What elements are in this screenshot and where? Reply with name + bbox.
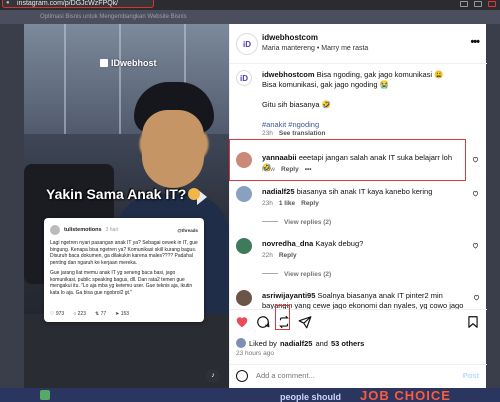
- caption-meta: 23h See translation: [262, 130, 326, 137]
- avatar[interactable]: iD: [236, 33, 258, 55]
- backdrop-thumbnail: [40, 390, 50, 400]
- person-face: [142, 110, 204, 188]
- add-comment-row: Post: [230, 364, 487, 388]
- address-bar-url: instagram.com/p/DGJcWzFPQk/: [17, 0, 119, 7]
- emoji-picker-icon[interactable]: [236, 370, 248, 382]
- comments-panel: iD idwebhostcom Maria mantereng • Marry …: [229, 24, 487, 388]
- liked-by-user[interactable]: nadialf25: [280, 339, 313, 348]
- comment-text: nadialf25 biasanya sih anak IT kaya kane…: [262, 187, 433, 196]
- avatar[interactable]: [236, 238, 252, 254]
- hashtags[interactable]: #anakit #ngoding: [262, 120, 319, 129]
- save-bookmark-icon[interactable]: [466, 315, 480, 329]
- card-likes: ♡ 973: [50, 311, 65, 317]
- comment-meta: 23h 1 like Reply: [262, 200, 319, 207]
- comment-icon[interactable]: [256, 315, 270, 329]
- card-stats: ♡ 973 ○ 223 ⇅ 77 ➤ 153: [50, 311, 129, 317]
- browser-actions: [460, 0, 496, 8]
- like-comment-heart-icon[interactable]: [472, 190, 479, 197]
- add-comment-input[interactable]: [256, 371, 436, 380]
- liked-by-others[interactable]: 53 others: [331, 339, 364, 348]
- idwebhost-logo-icon: [100, 59, 108, 67]
- media-watermark: IDwebhost: [100, 58, 157, 68]
- owner-username[interactable]: idwebhostcom: [262, 33, 318, 42]
- post-header: iD idwebhostcom Maria mantereng • Marry …: [230, 24, 487, 64]
- threads-brand: @threads: [177, 227, 198, 233]
- card-reposts: ⇅ 77: [94, 311, 107, 317]
- mute-icon[interactable]: ♪: [206, 369, 220, 383]
- media-caption: Yakin Sama Anak IT?: [46, 186, 201, 202]
- address-bar[interactable]: ● instagram.com/p/DGJcWzFPQk/: [2, 0, 154, 8]
- desk: [24, 314, 229, 388]
- profile-icon[interactable]: [488, 1, 496, 7]
- post-media[interactable]: [24, 24, 229, 388]
- emoji-icon: [188, 188, 201, 200]
- tab-icon[interactable]: [474, 1, 482, 7]
- lock-icon: ●: [6, 0, 10, 6]
- reply-button[interactable]: Reply: [279, 252, 297, 259]
- reply-button[interactable]: Reply: [301, 200, 319, 207]
- card-paragraph: Lagi ngetren nyari pasangan anak IT ya? …: [50, 240, 198, 266]
- audio-subtitle[interactable]: Maria mantereng • Marry me rasta: [262, 45, 368, 52]
- comment-clip: asriwijayanti95 Soalnya biasanya anak IT…: [230, 286, 487, 309]
- liked-by: Liked by nadialf25 and 53 others: [236, 338, 364, 348]
- comment-text: novredha_dna Kayak debug?: [262, 239, 364, 248]
- card-time: 3 hari: [105, 227, 119, 233]
- backdrop-headline: JOB CHOICE: [360, 388, 451, 402]
- extension-icon[interactable]: [460, 1, 468, 7]
- card-comments: ○ 223: [73, 311, 86, 317]
- view-replies-button[interactable]: View replies (2): [262, 271, 331, 278]
- repost-highlight-box: [275, 305, 290, 330]
- caption-text: idwebhostcom Bisa ngoding, gak jago komu…: [262, 70, 444, 129]
- like-heart-icon[interactable]: [235, 315, 249, 329]
- like-comment-heart-icon[interactable]: [472, 156, 479, 163]
- backdrop-header: Optimasi Bisnis untuk Mengembangkan Webs…: [0, 10, 500, 24]
- likes-count[interactable]: 1 like: [279, 200, 295, 207]
- avatar: [50, 225, 60, 235]
- post-comment-button[interactable]: Post: [463, 371, 479, 380]
- comment-text: asriwijayanti95 Soalnya biasanya anak IT…: [262, 291, 464, 309]
- card-shares: ➤ 153: [115, 311, 130, 317]
- avatar[interactable]: [236, 186, 252, 202]
- like-comment-heart-icon[interactable]: [473, 294, 480, 301]
- view-replies-button[interactable]: View replies (2): [262, 219, 331, 226]
- more-options-icon[interactable]: •••: [470, 36, 480, 48]
- avatar[interactable]: [236, 290, 252, 306]
- card-username: tulistemotions: [64, 227, 102, 233]
- share-icon[interactable]: [298, 315, 312, 329]
- threads-card: tulistemotions 3 hari @threads Lagi nget…: [44, 218, 204, 322]
- avatar[interactable]: iD: [236, 70, 252, 86]
- card-header: tulistemotions 3 hari @threads: [50, 225, 198, 235]
- highlight-box: [229, 139, 466, 181]
- card-body: Lagi ngetren nyari pasangan anak IT ya? …: [50, 240, 198, 296]
- backdrop-text: people should: [280, 392, 342, 402]
- post-timestamp[interactable]: 23 hours ago: [236, 350, 274, 357]
- avatar: [236, 338, 246, 348]
- see-translation-link[interactable]: See translation: [279, 130, 326, 137]
- like-comment-heart-icon[interactable]: [472, 242, 479, 249]
- comment-meta: 22h Reply: [262, 252, 297, 259]
- card-paragraph: Gue jarang liat memu anak IT yg seneng b…: [50, 270, 193, 296]
